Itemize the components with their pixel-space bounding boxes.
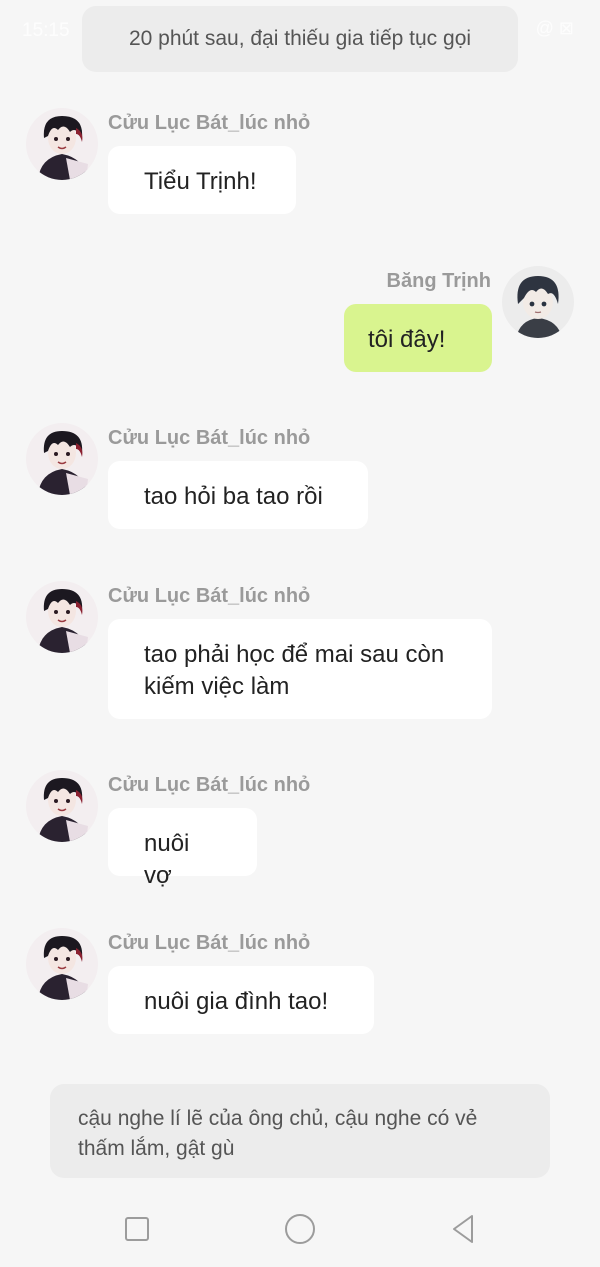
message-bubble[interactable]: tôi đây! xyxy=(344,304,492,372)
message-bubble[interactable]: nuôi vợ xyxy=(108,808,257,889)
narration-top: 20 phút sau, đại thiếu gia tiếp tục gọi xyxy=(82,6,518,72)
message-bubble[interactable]: tao hỏi ba tao rồi xyxy=(108,461,368,529)
message-bubble[interactable]: nuôi gia đình tao! xyxy=(108,966,374,1034)
avatar-bang-trinh[interactable] xyxy=(502,266,574,338)
square-icon[interactable] xyxy=(120,1212,154,1246)
status-icons: @ ⊠ xyxy=(535,18,574,38)
navigation-bar xyxy=(0,1190,600,1267)
message-bubble[interactable]: tao phải học để mai sau còn kiếm việc là… xyxy=(108,619,492,719)
avatar-cuu-luc-bat[interactable] xyxy=(26,770,98,842)
avatar-cuu-luc-bat[interactable] xyxy=(26,108,98,180)
status-time: 15:15 xyxy=(22,20,70,41)
sender-name: Cửu Lục Bát_lúc nhỏ xyxy=(108,585,311,607)
sender-name: Cửu Lục Bát_lúc nhỏ xyxy=(108,774,311,796)
triangle-back-icon[interactable] xyxy=(446,1212,480,1246)
sender-name: Cửu Lục Bát_lúc nhỏ xyxy=(108,932,311,954)
avatar-cuu-luc-bat[interactable] xyxy=(26,423,98,495)
narration-bottom: cậu nghe lí lẽ của ông chủ, cậu nghe có … xyxy=(50,1084,550,1178)
sender-name: Băng Trịnh xyxy=(386,270,491,292)
avatar-cuu-luc-bat[interactable] xyxy=(26,928,98,1000)
message-bubble[interactable]: Tiểu Trịnh! xyxy=(108,146,296,214)
avatar-cuu-luc-bat[interactable] xyxy=(26,581,98,653)
circle-icon[interactable] xyxy=(283,1212,317,1246)
sender-name: Cửu Lục Bát_lúc nhỏ xyxy=(108,112,311,134)
sender-name: Cửu Lục Bát_lúc nhỏ xyxy=(108,427,311,449)
